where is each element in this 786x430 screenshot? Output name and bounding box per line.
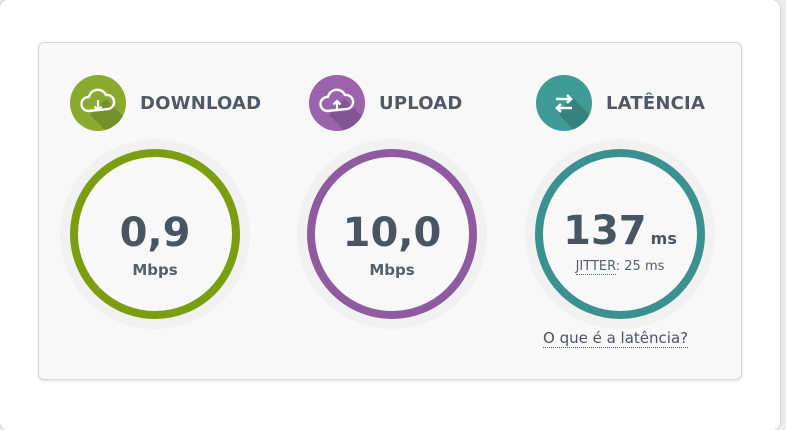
latency-value: 137 bbox=[563, 208, 647, 254]
download-unit: Mbps bbox=[132, 261, 178, 279]
results-panel: DOWNLOAD 0,9 Mbps UPLOAD 10,0 Mbps LATÊN… bbox=[38, 42, 742, 380]
upload-value: 10,0 bbox=[342, 210, 442, 256]
latency-header: LATÊNCIA bbox=[536, 75, 705, 131]
jitter-row: JITTER: 25 ms bbox=[543, 259, 697, 275]
latency-help-link[interactable]: O que é a latência? bbox=[543, 329, 689, 348]
latency-value-row: 137 ms bbox=[543, 209, 697, 253]
swap-arrows-icon bbox=[536, 75, 592, 131]
jitter-label[interactable]: JITTER bbox=[575, 259, 616, 275]
upload-gauge: 10,0 Mbps bbox=[307, 149, 477, 319]
upload-title: UPLOAD bbox=[379, 92, 463, 114]
latency-gauge: 137 ms JITTER: 25 ms bbox=[535, 149, 705, 319]
cloud-download-icon bbox=[70, 75, 126, 131]
download-value: 0,9 bbox=[119, 210, 191, 256]
download-gauge: 0,9 Mbps bbox=[70, 149, 240, 319]
download-header: DOWNLOAD bbox=[70, 75, 261, 131]
jitter-value: : 25 ms bbox=[615, 259, 665, 274]
cloud-upload-icon bbox=[309, 75, 365, 131]
upload-header: UPLOAD bbox=[309, 75, 463, 131]
download-title: DOWNLOAD bbox=[140, 92, 262, 114]
latency-title: LATÊNCIA bbox=[606, 92, 706, 114]
latency-unit: ms bbox=[650, 229, 677, 248]
upload-unit: Mbps bbox=[369, 261, 415, 279]
speedtest-card: DOWNLOAD 0,9 Mbps UPLOAD 10,0 Mbps LATÊN… bbox=[0, 0, 780, 430]
